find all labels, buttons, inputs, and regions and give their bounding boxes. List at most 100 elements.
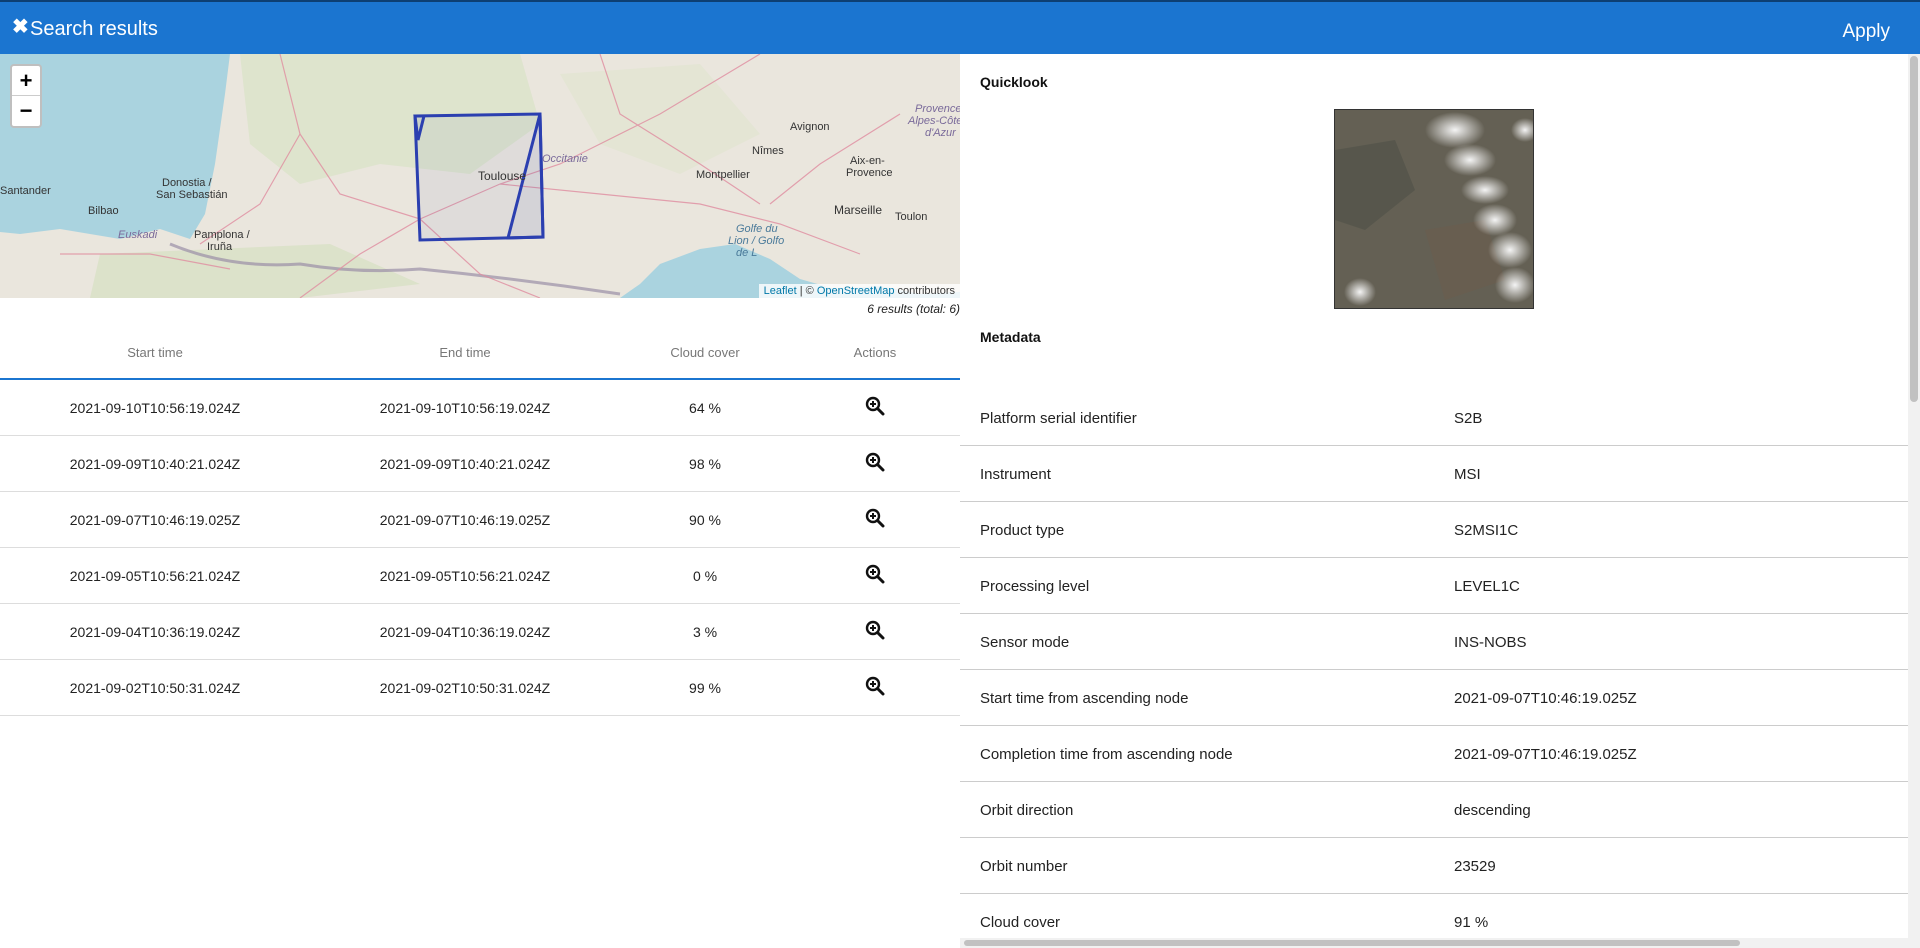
table-row[interactable]: 2021-09-05T10:56:21.024Z 2021-09-05T10:56… — [0, 548, 960, 604]
metadata-key: Product type — [980, 522, 1065, 539]
zoom-out-button[interactable]: − — [12, 96, 40, 126]
scroll-thumb[interactable] — [1910, 56, 1918, 402]
metadata-value: MSI — [1454, 466, 1481, 483]
table-row[interactable]: 2021-09-07T10:46:19.025Z 2021-09-07T10:46… — [0, 492, 960, 548]
scroll-thumb[interactable] — [964, 940, 1740, 946]
svg-text:Euskadi: Euskadi — [118, 229, 158, 241]
svg-text:Toulon: Toulon — [895, 211, 927, 223]
svg-text:Avignon: Avignon — [790, 121, 830, 133]
zoom-in-button[interactable]: + — [12, 66, 40, 96]
metadata-row: Instrument MSI — [960, 446, 1908, 502]
metadata-value: 91 % — [1454, 914, 1489, 931]
cloud-cover-cell: 98 % — [689, 456, 721, 472]
metadata-row: Sensor mode INS-NOBS — [960, 614, 1908, 670]
result-count: 6 results (total: 6) — [867, 302, 960, 316]
quicklook-image — [1334, 109, 1534, 309]
svg-text:Lion / Golfo: Lion / Golfo — [728, 235, 784, 247]
cloud-cover-cell: 0 % — [692, 568, 718, 584]
svg-text:Golfe du: Golfe du — [736, 223, 778, 235]
zoom-in-icon[interactable] — [865, 564, 885, 584]
svg-text:Toulouse: Toulouse — [478, 169, 526, 183]
results-table: Start time End time Cloud cover Actions … — [0, 330, 960, 716]
svg-text:de L: de L — [736, 247, 757, 259]
metadata-value: INS-NOBS — [1454, 634, 1527, 651]
metadata-value: S2MSI1C — [1454, 522, 1519, 539]
table-row[interactable]: 2021-09-04T10:36:19.024Z 2021-09-04T10:36… — [0, 604, 960, 660]
vertical-scrollbar[interactable] — [1908, 54, 1920, 948]
table-row[interactable]: 2021-09-10T10:56:19.024Z 2021-09-10T10:56… — [0, 380, 960, 436]
svg-text:Santander: Santander — [0, 185, 51, 197]
svg-text:Occitanie: Occitanie — [542, 153, 588, 165]
map-attribution: Leaflet | © OpenStreetMap contributors — [758, 284, 960, 298]
metadata-key: Completion time from ascending node — [980, 746, 1233, 763]
close-icon[interactable]: ✖ — [12, 17, 29, 37]
svg-text:d'Azur: d'Azur — [925, 127, 957, 139]
start-time-cell: 2021-09-07T10:46:19.025Z — [69, 512, 241, 528]
metadata-value: 2021-09-07T10:46:19.025Z — [1454, 690, 1637, 707]
start-time-cell: 2021-09-04T10:36:19.024Z — [69, 624, 241, 640]
metadata-value: descending — [1454, 802, 1531, 819]
cloud-cover-cell: 3 % — [692, 624, 718, 640]
metadata-key: Cloud cover — [980, 914, 1061, 931]
end-time-cell: 2021-09-10T10:56:19.024Z — [379, 400, 551, 416]
cloud-cover-cell: 90 % — [689, 512, 721, 528]
end-time-cell: 2021-09-09T10:40:21.024Z — [379, 456, 551, 472]
apply-button[interactable]: Apply — [1842, 21, 1890, 43]
svg-text:Bilbao: Bilbao — [88, 205, 119, 217]
metadata-key: Sensor mode — [980, 634, 1070, 651]
svg-text:Alpes-Côte: Alpes-Côte — [907, 115, 960, 127]
svg-text:Nîmes: Nîmes — [752, 145, 784, 157]
quicklook-title: Quicklook — [980, 74, 1048, 90]
svg-text:Pamplona /: Pamplona / — [194, 229, 251, 241]
zoom-in-icon[interactable] — [865, 396, 885, 416]
end-time-cell: 2021-09-07T10:46:19.025Z — [379, 512, 551, 528]
cloud-cover-cell: 64 % — [689, 400, 721, 416]
zoom-in-icon[interactable] — [865, 676, 885, 696]
cloud-cover-cell: 99 % — [689, 680, 721, 696]
svg-text:Aix-en-: Aix-en- — [850, 155, 885, 167]
metadata-key: Platform serial identifier — [980, 410, 1137, 427]
map-view[interactable]: Santander Donostia / San Sebastián Bilba… — [0, 54, 960, 298]
svg-text:San Sebastián: San Sebastián — [156, 189, 228, 201]
start-time-cell: 2021-09-09T10:40:21.024Z — [69, 456, 241, 472]
page-title: Search results — [30, 18, 158, 40]
svg-text:Donostia /: Donostia / — [162, 177, 212, 189]
metadata-table: Platform serial identifier S2B Instrument M… — [960, 390, 1908, 948]
metadata-value: S2B — [1454, 410, 1483, 427]
metadata-row: Processing level LEVEL1C — [960, 558, 1908, 614]
metadata-key: Start time from ascending node — [980, 690, 1189, 707]
end-time-cell: 2021-09-04T10:36:19.024Z — [379, 624, 551, 640]
metadata-value: LEVEL1C — [1454, 578, 1520, 595]
metadata-row: Orbit number 23529 — [960, 838, 1908, 894]
osm-link[interactable]: OpenStreetMap — [817, 285, 895, 297]
zoom-in-icon[interactable] — [865, 452, 885, 472]
zoom-in-icon[interactable] — [865, 508, 885, 528]
column-actions: Actions — [853, 345, 897, 360]
table-row[interactable]: 2021-09-02T10:50:31.024Z 2021-09-02T10:50… — [0, 660, 960, 716]
start-time-cell: 2021-09-10T10:56:19.024Z — [69, 400, 241, 416]
zoom-control: + − — [10, 64, 42, 128]
metadata-title: Metadata — [980, 329, 1041, 345]
column-end-time[interactable]: End time — [310, 345, 620, 360]
zoom-in-icon[interactable] — [865, 620, 885, 640]
metadata-value: 23529 — [1454, 858, 1496, 875]
horizontal-scrollbar[interactable] — [960, 938, 1908, 948]
start-time-cell: 2021-09-02T10:50:31.024Z — [69, 680, 241, 696]
metadata-row: Platform serial identifier S2B — [960, 390, 1908, 446]
column-cloud-cover[interactable]: Cloud cover — [620, 345, 790, 360]
end-time-cell: 2021-09-02T10:50:31.024Z — [379, 680, 551, 696]
column-start-time[interactable]: Start time — [0, 345, 310, 360]
metadata-row: Product type S2MSI1C — [960, 502, 1908, 558]
end-time-cell: 2021-09-05T10:56:21.024Z — [379, 568, 551, 584]
svg-text:Provence-: Provence- — [915, 103, 960, 115]
svg-text:Marseille: Marseille — [834, 203, 882, 217]
metadata-key: Orbit direction — [980, 802, 1074, 819]
metadata-row: Start time from ascending node 2021-09-07… — [960, 670, 1908, 726]
metadata-key: Processing level — [980, 578, 1090, 595]
metadata-key: Orbit number — [980, 858, 1068, 875]
svg-text:Provence: Provence — [846, 167, 892, 179]
metadata-row: Orbit direction descending — [960, 782, 1908, 838]
leaflet-link[interactable]: Leaflet — [764, 285, 797, 297]
header-bar: ✖ Search results Apply — [0, 0, 1920, 54]
table-row[interactable]: 2021-09-09T10:40:21.024Z 2021-09-09T10:40… — [0, 436, 960, 492]
